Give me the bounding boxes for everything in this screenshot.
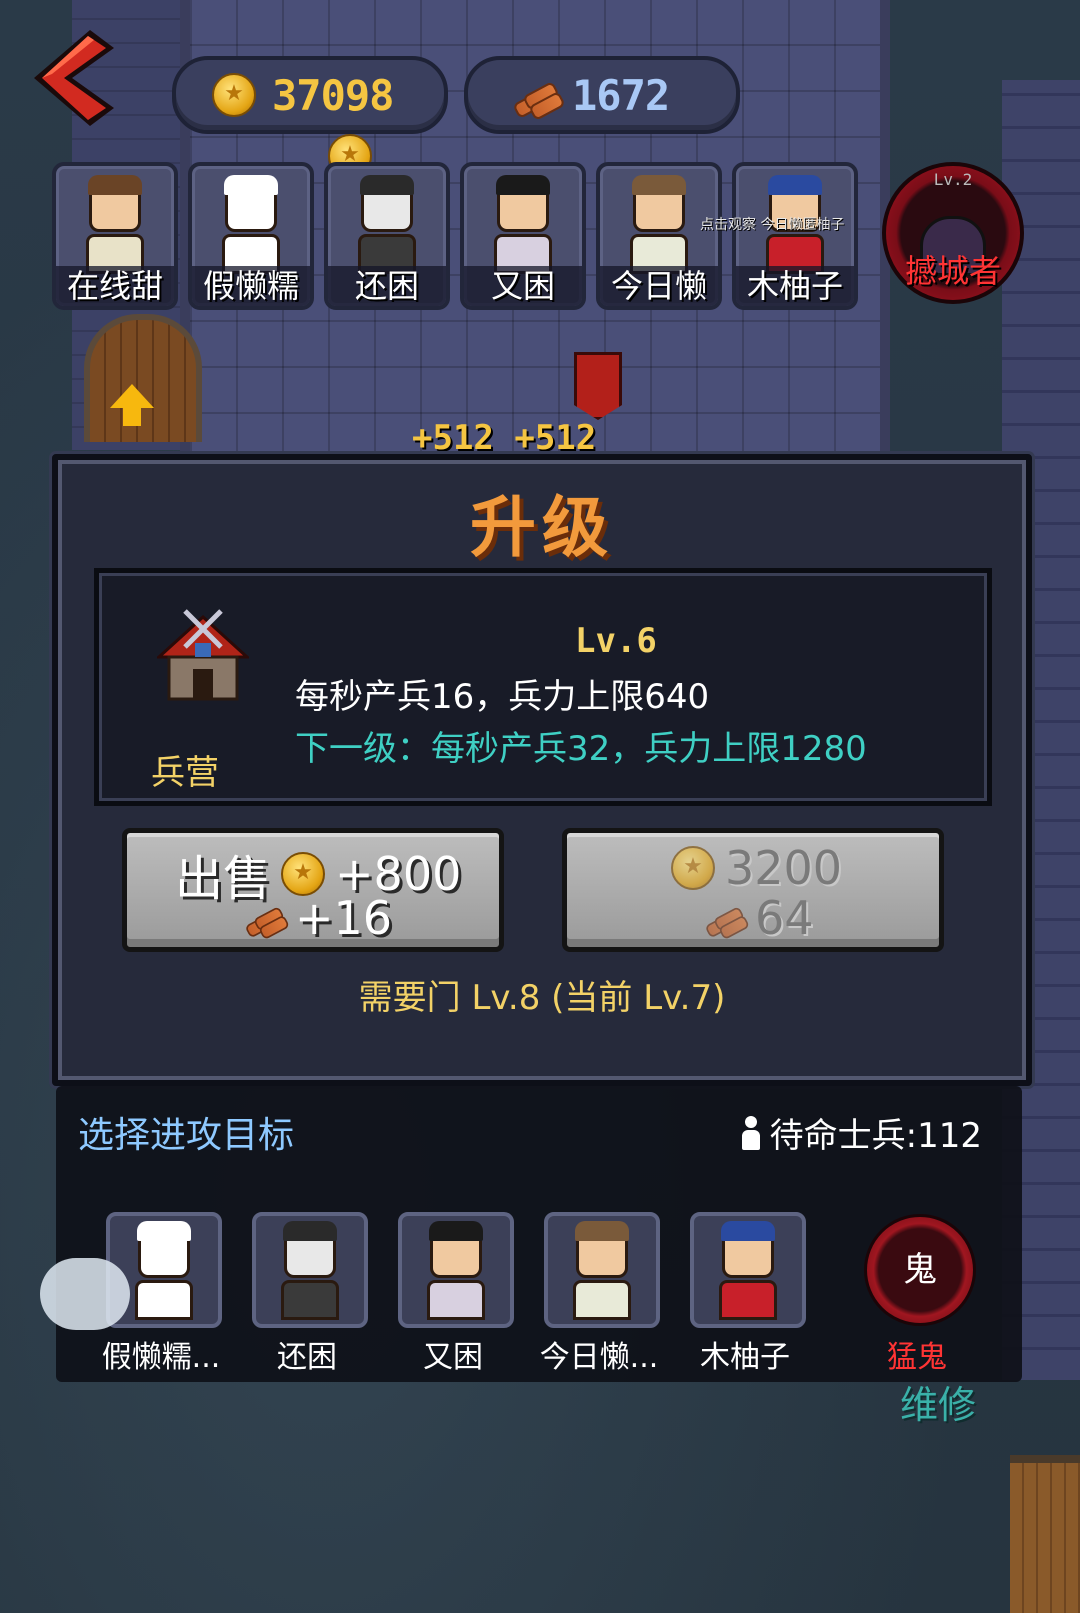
dog-avatar [222,175,280,274]
castle-gate[interactable] [84,314,202,442]
gold-coin-icon [212,73,256,117]
barracks-icon [157,609,249,701]
chat-bubble-icon[interactable] [40,1258,130,1330]
target-slot[interactable] [690,1212,806,1328]
target-slot[interactable] [544,1212,660,1328]
target-panel-title: 选择进攻目标 [78,1115,295,1156]
target-name: 假懒糯... [101,1340,221,1375]
wood-logs-icon [704,904,751,941]
sell-wood-value: +16 [295,891,393,945]
player-avatar [86,175,144,274]
upgrade-button[interactable]: 3200 64 [562,828,944,952]
target-name: 木柚子 [700,1340,790,1375]
watch-tip[interactable]: 点击观察 今日懒匿柚子 [700,214,844,234]
player-avatar [573,1221,631,1320]
repair-label[interactable]: 维修 [900,1374,976,1429]
wooden-door[interactable] [1010,1455,1080,1613]
cat-avatar [281,1221,339,1320]
roster-name: 假懒糯 [192,266,310,306]
roster-name: 今日懒 [600,266,718,306]
target-name: 今日懒... [539,1340,659,1375]
upgrade-arrow-icon [110,384,154,426]
player-avatar [719,1221,777,1320]
player-avatar [427,1221,485,1320]
upgrade-wood-cost: 64 [755,891,814,945]
roster-name: 在线甜 [56,266,174,306]
ghost-target-slot[interactable]: 鬼 [864,1214,976,1326]
roster-name: 木柚子 [736,266,854,306]
roster-name: 又困 [464,266,582,306]
building-info-panel: 兵营 Lv.6 每秒产兵16，兵力上限640 下一级：每秒产兵32，兵力上限12… [94,568,992,806]
enemy-level: Lv.2 [933,170,973,189]
enemy-boss-slot[interactable]: Lv.2 撼城者 [882,162,1024,304]
target-name: 又困 [423,1340,483,1375]
player-avatar [494,175,552,274]
current-stats: 每秒产兵16，兵力上限640 [295,677,710,717]
gold-coin-icon [671,846,715,890]
ghost-target-name: 猛鬼 [887,1340,947,1375]
back-arrow-icon[interactable] [28,26,118,130]
wood-counter: 1672 [464,56,740,134]
roster-slot[interactable]: 又困 [460,162,586,310]
roster-name: 还困 [328,266,446,306]
roster-slot[interactable]: 在线甜 [52,162,178,310]
next-level-stats: 下一级：每秒产兵32，兵力上限1280 [295,729,867,769]
idle-troops-label: 待命士兵:112 [769,1116,982,1156]
income-float-text: +512 +512 [412,418,597,458]
upgrade-gold-cost: 3200 [725,841,843,895]
gold-value: 37098 [272,70,394,120]
roster-slot[interactable]: 今日懒 [596,162,722,310]
wood-logs-icon [244,904,291,941]
gold-counter: 37098 [172,56,448,134]
building-name: 兵营 [151,753,219,793]
gold-coin-icon [281,852,326,896]
wood-logs-icon [512,78,566,122]
ghost-glyph: 鬼 [903,1250,937,1290]
roster-slot[interactable]: 还困 [324,162,450,310]
upgrade-dialog: 升级 兵营 Lv.6 每秒产兵16，兵力上限640 下一级：每秒产兵32，兵力上… [52,454,1032,1086]
dog-avatar [135,1221,193,1320]
building-level: Lv.6 [575,621,657,661]
target-slot[interactable] [252,1212,368,1328]
soldier-icon [740,1115,762,1150]
target-name: 还困 [277,1340,337,1375]
idle-troops: 待命士兵:112 [740,1108,982,1157]
enemy-name: 撼城者 [904,252,1001,290]
player-avatar [630,175,688,274]
attack-target-panel: 选择进攻目标 待命士兵:112 假懒糯... 还困 又困 今日懒... 木柚子 … [56,1086,1022,1382]
cat-avatar [358,175,416,274]
dialog-title: 升级 [470,489,614,566]
roster-slot[interactable]: 假懒糯 [188,162,314,310]
sell-button[interactable]: 出售 +800 +16 [122,828,504,952]
wood-value: 1672 [572,70,670,120]
roster-slot[interactable]: 木柚子 [732,162,858,310]
target-slot[interactable] [398,1212,514,1328]
upgrade-requirement: 需要门 Lv.8 (当前 Lv.7) [358,978,726,1018]
